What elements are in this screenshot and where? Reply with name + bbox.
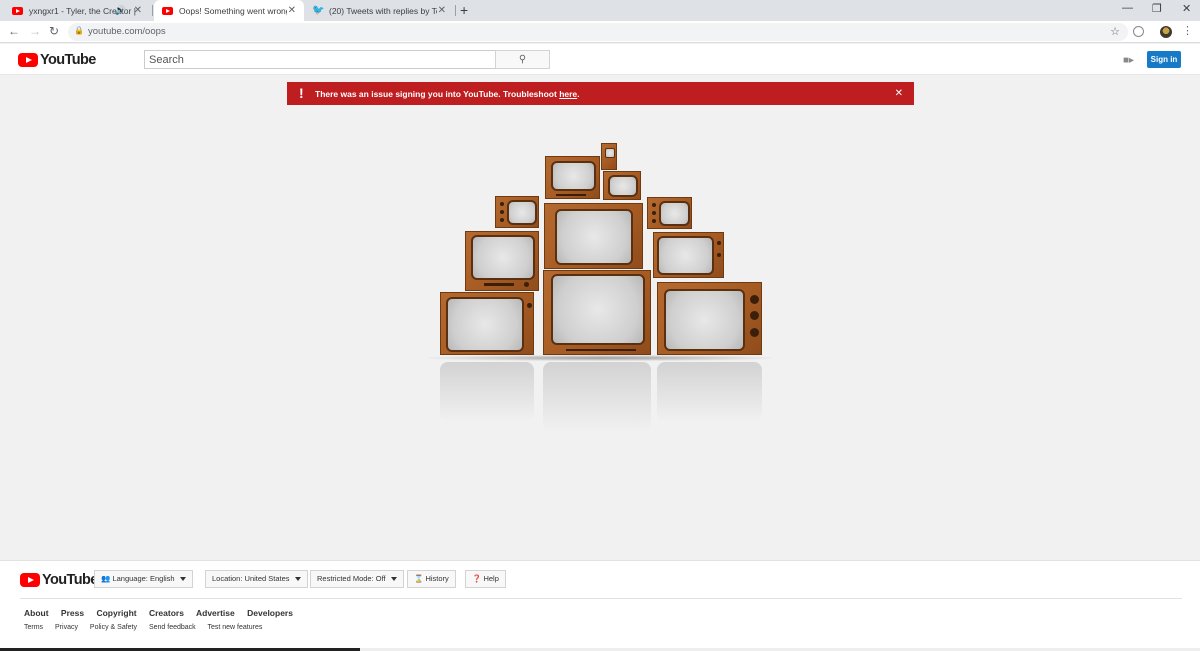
youtube-logo[interactable]: YouTube xyxy=(18,52,96,68)
logo-text: YouTube xyxy=(40,52,96,68)
back-arrow-icon[interactable]: ← xyxy=(8,24,20,38)
reload-icon[interactable]: ↻ xyxy=(49,24,59,38)
lock-icon: 🔒 xyxy=(74,26,84,35)
alert-exclamation-icon: ! xyxy=(299,85,304,101)
browser-tab-2[interactable]: Oops! Something went wrong. - ✕ xyxy=(154,0,304,21)
browser-tab-strip: yxngxr1 - Tyler, the Creator | 🔊 ✕ Oops!… xyxy=(0,0,1200,21)
footer-link-developers[interactable]: Developers xyxy=(247,608,293,618)
hourglass-icon: ⌛ xyxy=(414,574,426,583)
footer-divider xyxy=(20,598,1182,599)
tv-set xyxy=(653,232,724,278)
tv-set xyxy=(545,156,600,199)
tv-reflection xyxy=(440,362,534,422)
twitter-favicon-icon: 🐦 xyxy=(312,5,325,16)
chevron-down-icon xyxy=(294,577,301,582)
tv-shadow xyxy=(428,355,773,361)
tv-set xyxy=(465,231,539,291)
search-input[interactable]: Search xyxy=(144,50,496,69)
tv-set xyxy=(601,143,617,170)
tab-separator xyxy=(152,5,153,16)
close-tab-icon[interactable]: ✕ xyxy=(288,5,296,16)
footer-link-creators[interactable]: Creators xyxy=(149,608,184,618)
restore-icon[interactable]: ❐ xyxy=(1152,2,1162,15)
new-tab-button[interactable]: + xyxy=(460,2,468,18)
youtube-play-icon xyxy=(18,53,38,67)
footer-link-privacy[interactable]: Privacy xyxy=(55,624,78,631)
youtube-footer: YouTube 👥 Language: English Location: Un… xyxy=(0,560,1200,651)
url-text: youtube.com/oops xyxy=(88,26,166,37)
tab-separator xyxy=(455,5,456,16)
close-tab-icon[interactable]: ✕ xyxy=(438,5,446,16)
tv-set xyxy=(544,203,643,269)
browser-toolbar: ← → ↻ 🔒 youtube.com/oops ☆ xyxy=(0,21,1200,43)
upload-video-icon[interactable]: ■▸ xyxy=(1123,55,1134,66)
tv-set xyxy=(647,197,692,229)
alert-message: There was an issue signing you into YouT… xyxy=(315,89,580,99)
youtube-play-icon xyxy=(20,573,40,587)
tv-set xyxy=(495,196,539,228)
history-button[interactable]: ⌛ History xyxy=(407,570,456,588)
sign-in-error-alert: ! There was an issue signing you into Yo… xyxy=(287,82,914,105)
footer-link-advertise[interactable]: Advertise xyxy=(196,608,235,618)
footer-secondary-links: Terms Privacy Policy & Safety Send feedb… xyxy=(24,624,272,631)
tv-set xyxy=(440,292,534,355)
chevron-down-icon xyxy=(179,577,186,582)
footer-controls: YouTube 👥 Language: English Location: Un… xyxy=(0,569,1200,591)
tv-reflection xyxy=(657,362,762,422)
address-bar[interactable]: 🔒 youtube.com/oops ☆ xyxy=(68,23,1128,41)
browser-tab-1[interactable]: yxngxr1 - Tyler, the Creator | 🔊 ✕ xyxy=(4,0,150,21)
chevron-down-icon xyxy=(390,577,397,582)
footer-link-about[interactable]: About xyxy=(24,608,49,618)
search-button[interactable]: ⚲ xyxy=(495,50,550,69)
tv-set xyxy=(543,270,651,355)
youtube-favicon-icon xyxy=(162,6,173,15)
footer-link-press[interactable]: Press xyxy=(61,608,84,618)
minimize-icon[interactable]: — xyxy=(1122,2,1133,14)
help-button[interactable]: ❓ Help xyxy=(465,570,506,588)
help-icon: ❓ xyxy=(472,574,484,583)
extension-icon[interactable] xyxy=(1133,26,1144,37)
logo-text: YouTube xyxy=(42,572,98,588)
troubleshoot-link[interactable]: here xyxy=(559,89,577,99)
tv-reflection xyxy=(543,362,651,432)
footer-primary-links: About Press Copyright Creators Advertise… xyxy=(24,608,303,618)
forward-arrow-icon[interactable]: → xyxy=(29,24,41,38)
close-window-icon[interactable]: ✕ xyxy=(1182,2,1191,15)
bookmark-star-icon[interactable]: ☆ xyxy=(1110,25,1120,38)
browser-menu-icon[interactable]: ⋮ xyxy=(1182,24,1193,37)
restricted-mode-button[interactable]: Restricted Mode: Off xyxy=(310,570,404,588)
tv-set xyxy=(603,171,641,200)
footer-link-send-feedback[interactable]: Send feedback xyxy=(149,624,196,631)
audio-icon[interactable]: 🔊 xyxy=(115,5,126,16)
search-icon: ⚲ xyxy=(518,54,527,65)
close-tab-icon[interactable]: ✕ xyxy=(134,5,142,16)
tab-title: Oops! Something went wrong. - xyxy=(179,5,287,16)
language-picker-button[interactable]: 👥 Language: English xyxy=(94,570,193,588)
youtube-favicon-icon xyxy=(12,6,23,15)
footer-link-copyright[interactable]: Copyright xyxy=(96,608,136,618)
language-people-icon: 👥 xyxy=(101,574,113,583)
tab-title: (20) Tweets with replies by Team xyxy=(329,5,437,16)
footer-link-test-new-features[interactable]: Test new features xyxy=(207,624,262,631)
tv-set xyxy=(657,282,762,355)
youtube-masthead: YouTube Search ⚲ xyxy=(0,44,1200,75)
close-alert-icon[interactable]: ✕ xyxy=(895,88,903,99)
browser-tab-3[interactable]: 🐦 (20) Tweets with replies by Team ✕ xyxy=(304,0,454,21)
location-picker-button[interactable]: Location: United States xyxy=(205,570,308,588)
sign-in-button[interactable]: Sign in xyxy=(1147,51,1181,68)
footer-link-terms[interactable]: Terms xyxy=(24,624,43,631)
profile-avatar[interactable] xyxy=(1160,26,1172,38)
footer-link-policy-safety[interactable]: Policy & Safety xyxy=(90,624,137,631)
footer-youtube-logo[interactable]: YouTube xyxy=(20,572,98,588)
